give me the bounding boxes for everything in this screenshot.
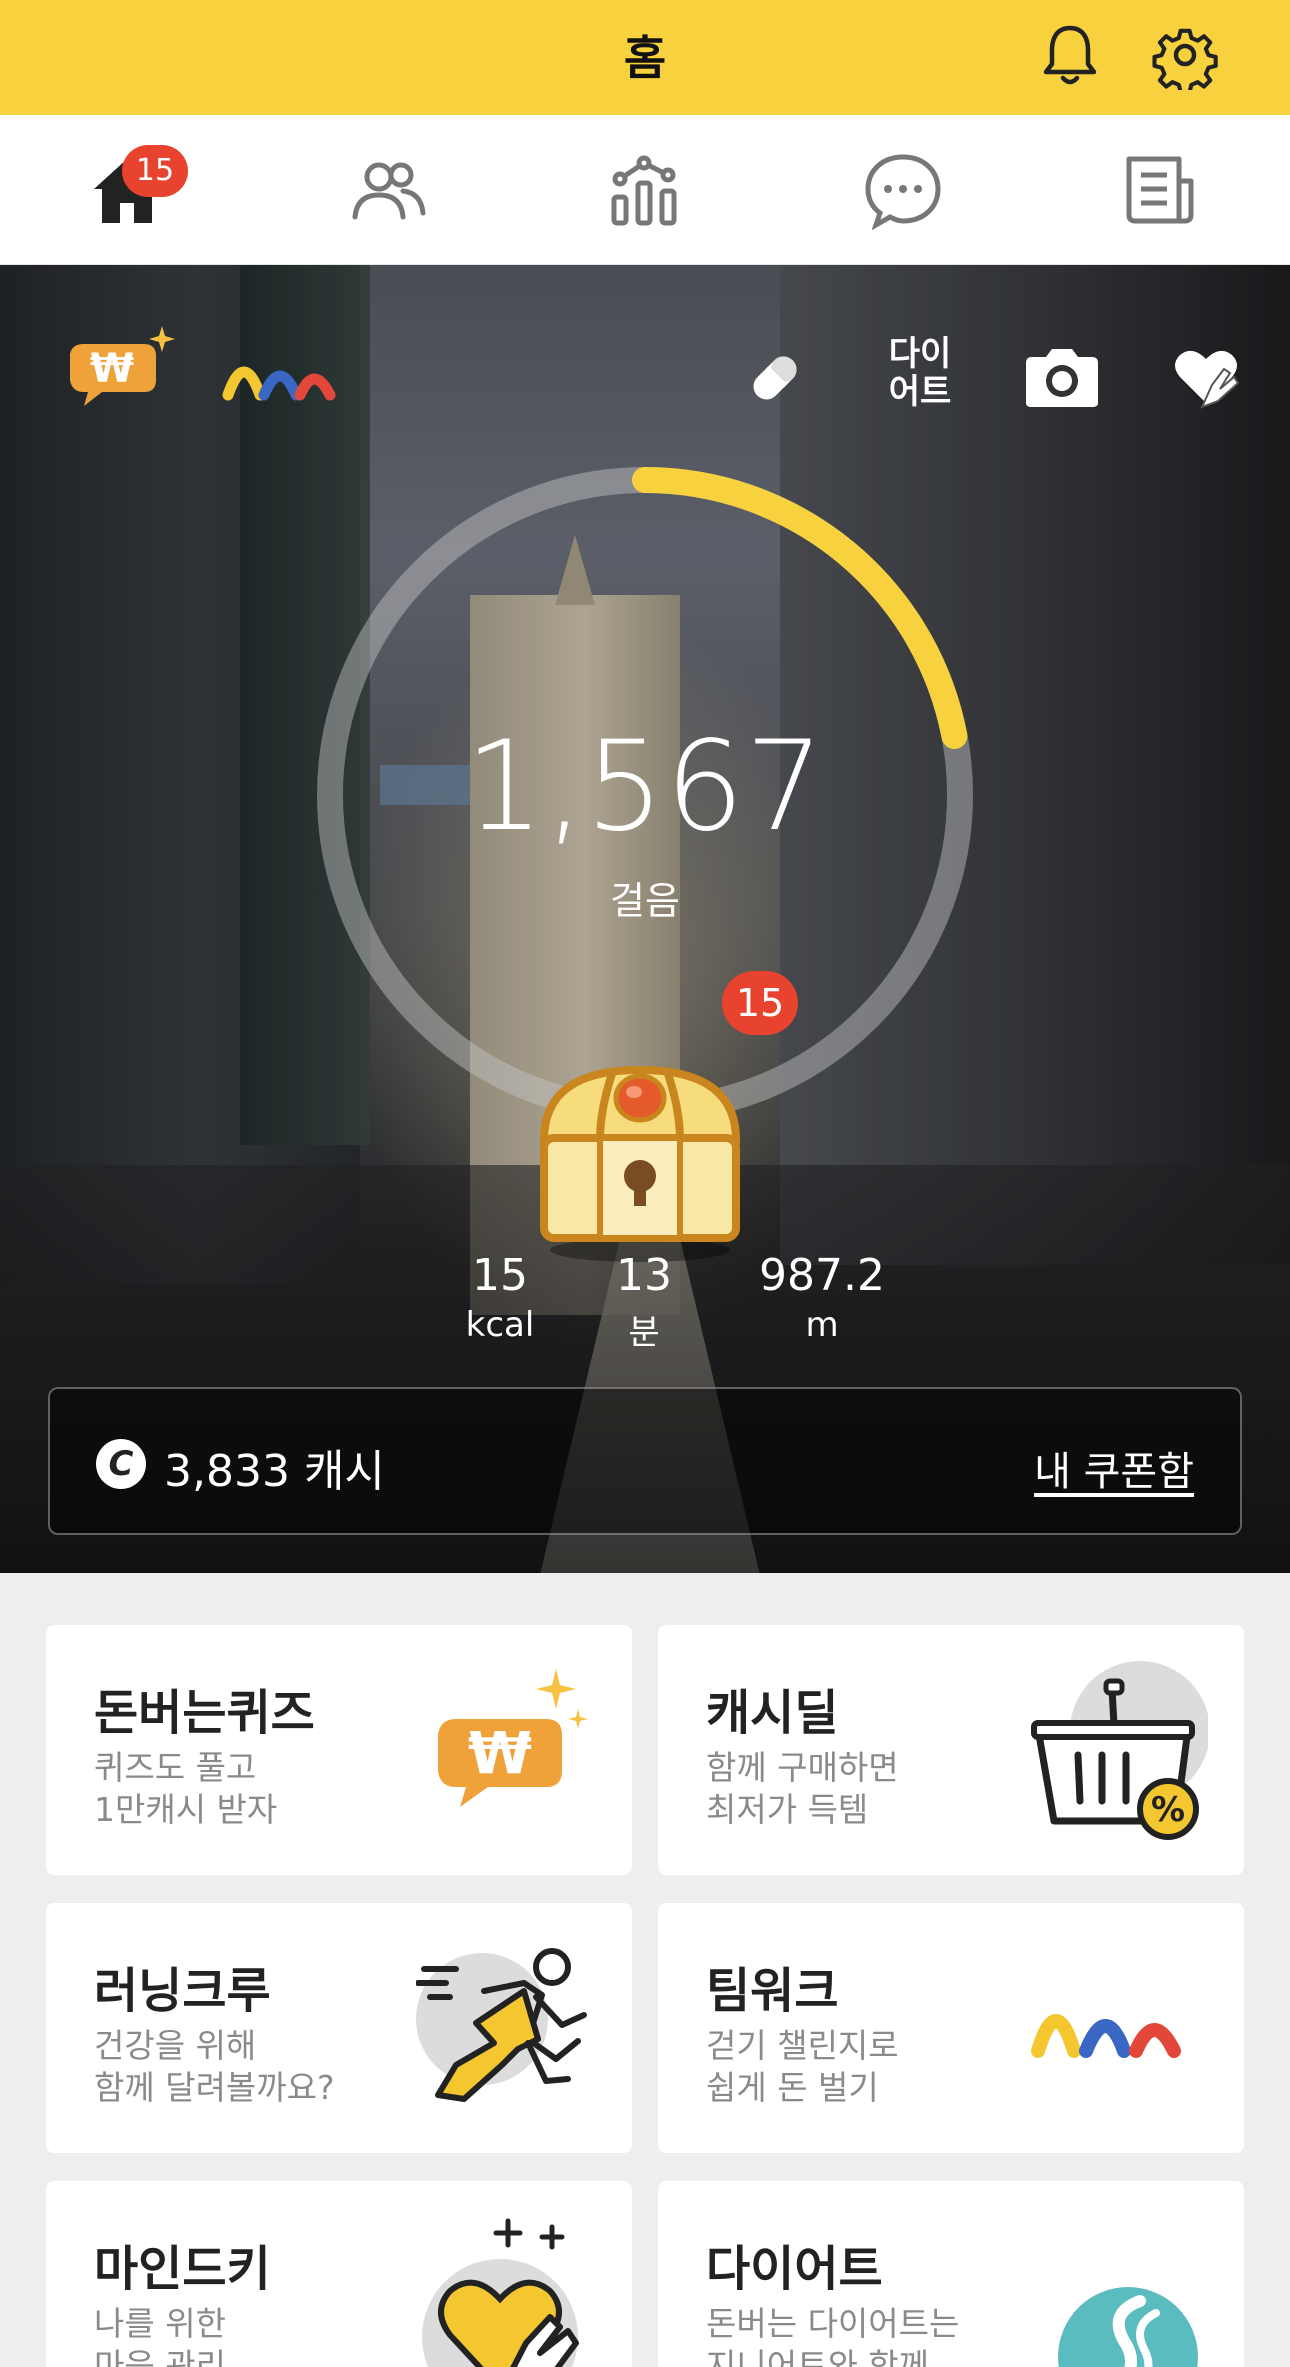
news-icon	[1126, 156, 1194, 224]
svg-text:₩: ₩	[90, 346, 134, 392]
distance-stat: 987.2 m	[759, 1250, 885, 1345]
home-notification-badge: 15	[122, 145, 188, 197]
tab-friends[interactable]	[343, 145, 433, 235]
treasure-chest-icon[interactable]	[520, 1030, 760, 1270]
heart-hand-icon[interactable]	[1168, 337, 1246, 415]
tab-bar	[0, 115, 1290, 265]
chart-icon	[611, 155, 677, 226]
gear-icon[interactable]	[1150, 20, 1220, 95]
step-unit: 걸음	[610, 879, 680, 923]
card-teamwork[interactable]: 팀워크 걷기 챌린지로 쉽게 돈 벌기	[658, 1903, 1244, 2153]
runner-icon	[415, 1939, 596, 2119]
camera-icon[interactable]	[1022, 345, 1102, 411]
chest-badge: 15	[722, 971, 798, 1035]
teamwork-icon[interactable]	[222, 343, 342, 403]
people-icon	[352, 162, 426, 220]
chat-icon	[865, 154, 941, 231]
dietgenie-icon	[1028, 2217, 1208, 2367]
step-progress-arc	[632, 467, 968, 749]
step-hero: ₩ 다이 어트 1,567 걸음 15 15 kcal 13 분 987.2 m…	[0, 265, 1290, 1573]
basket-icon: %	[1028, 1661, 1210, 1841]
bell-icon[interactable]	[1035, 20, 1105, 90]
teamwork-icon	[1028, 1939, 1208, 2119]
card-running-crew[interactable]: 러닝크루 건강을 위해 함께 달려볼까요?	[46, 1903, 632, 2153]
tab-news[interactable]	[1115, 145, 1205, 235]
cash-balance-bar[interactable]: C 3,833 캐시 내 쿠폰함	[48, 1387, 1242, 1535]
app-header: 홈	[0, 0, 1290, 115]
card-diet[interactable]: 다이어트 돈버는 다이어트는 지니어트와 함께	[658, 2181, 1244, 2367]
card-mind-key[interactable]: 마인드키 나를 위한 마음 관리	[46, 2181, 632, 2367]
coupon-box-link[interactable]: 내 쿠폰함	[1034, 1439, 1194, 1497]
step-count: 1,567	[465, 715, 825, 859]
won-quiz-icon: ₩	[416, 1661, 596, 1841]
minutes-stat: 13 분	[616, 1250, 672, 1353]
heart-hand-icon	[416, 2217, 596, 2367]
svg-text:%: %	[1151, 1790, 1185, 1830]
diet-shortcut[interactable]: 다이 어트	[880, 335, 960, 411]
tab-chat[interactable]	[858, 145, 948, 235]
won-quiz-icon[interactable]: ₩	[62, 320, 182, 420]
pill-icon[interactable]	[740, 343, 810, 413]
svg-text:₩: ₩	[468, 1719, 532, 1787]
cash-coin-icon: C	[96, 1439, 146, 1489]
calories-stat: 15 kcal	[465, 1250, 535, 1345]
card-cash-deal[interactable]: 캐시딜 함께 구매하면 최저가 득템 %	[658, 1625, 1244, 1875]
card-money-quiz[interactable]: 돈버는퀴즈 퀴즈도 풀고 1만캐시 받자 ₩	[46, 1625, 632, 1875]
tab-stats[interactable]	[600, 145, 690, 235]
cash-balance: 3,833 캐시	[164, 1446, 385, 1497]
